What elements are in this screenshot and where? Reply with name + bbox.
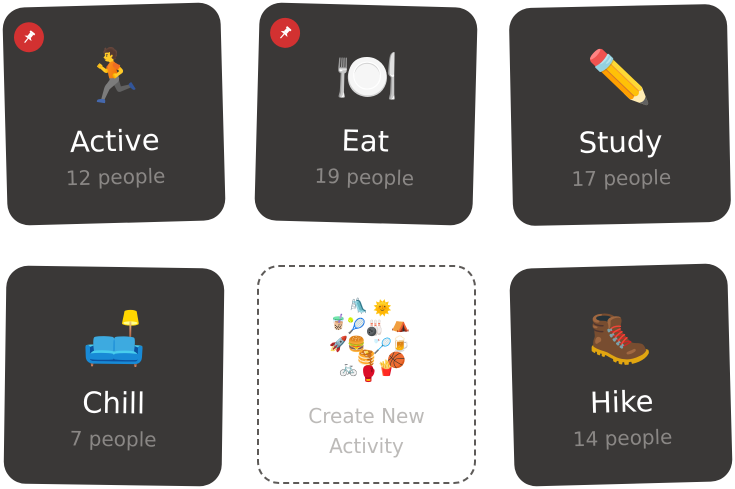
fork-knife-plate-icon: 🍽️: [333, 46, 401, 108]
pencil-icon: ✏️: [586, 47, 653, 109]
activity-collage-icon: 🧋 🛝 🌞 🎾 🎳 ⛺ 🚀 🍔 🏸 🍺 🥞 🚲 🥊 🍟 🏀: [327, 298, 411, 382]
activity-title: Chill: [81, 385, 146, 421]
people-count: 7 people: [69, 426, 157, 452]
create-new-activity-button[interactable]: 🧋 🛝 🌞 🎾 🎳 ⛺ 🚀 🍔 🏸 🍺 🥞 🚲 🥊 🍟 🏀 Create New…: [257, 265, 476, 484]
hiking-boot-icon: 🥾: [586, 307, 654, 369]
activity-title: Eat: [341, 123, 390, 159]
tent-icon: ⛺: [391, 315, 410, 333]
sun-with-face-icon: 🌞: [373, 299, 392, 317]
tennis-icon: 🎾: [347, 317, 366, 335]
bubble-tea-icon: 🧋: [329, 313, 348, 331]
activity-title: Hike: [589, 384, 654, 420]
rocket-icon: 🚀: [329, 335, 348, 353]
couch-and-lamp-icon: 🛋️: [81, 308, 148, 370]
basketball-icon: 🏀: [387, 351, 406, 369]
activity-title: Study: [578, 124, 663, 160]
activity-tile-chill[interactable]: 🛋️ Chill 7 people: [3, 265, 225, 487]
activity-tile-hike[interactable]: 🥾 Hike 14 people: [509, 263, 733, 487]
bowling-icon: 🎳: [365, 319, 384, 337]
activity-tile-eat[interactable]: 🍽️ Eat 19 people: [254, 2, 478, 226]
people-count: 12 people: [65, 163, 166, 191]
boxing-glove-icon: 🥊: [359, 365, 378, 383]
activity-tile-study[interactable]: ✏️ Study 17 people: [508, 3, 732, 227]
pushpin-icon: [280, 26, 292, 39]
create-label-line-2: Activity: [329, 434, 404, 458]
create-activity-label: Create New Activity: [259, 401, 474, 461]
pushpin-icon: [24, 30, 36, 44]
playground-slide-icon: 🛝: [349, 297, 368, 315]
activity-tile-active[interactable]: 🏃 Active 12 people: [2, 2, 226, 226]
beer-mug-icon: 🍺: [391, 335, 410, 353]
person-running-icon: 🏃: [79, 46, 147, 108]
activity-title: Active: [69, 122, 160, 160]
bicycle-icon: 🚲: [339, 359, 358, 377]
people-count: 17 people: [571, 164, 672, 192]
people-count: 14 people: [572, 424, 673, 452]
people-count: 19 people: [314, 163, 415, 191]
pancakes-icon: 🥞: [357, 349, 376, 367]
create-label-line-1: Create New: [308, 404, 425, 428]
